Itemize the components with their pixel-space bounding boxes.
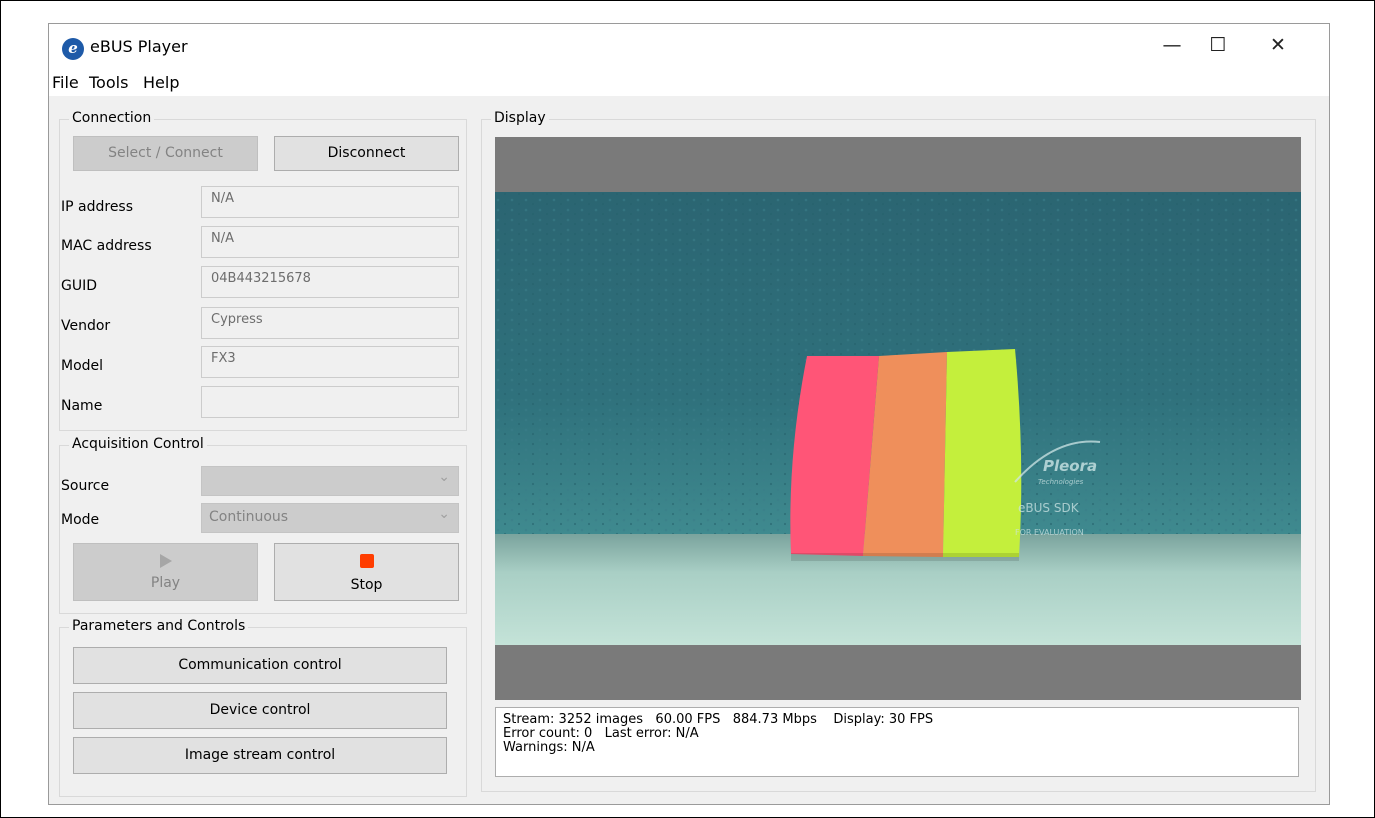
- sticky-notes: [790, 349, 1022, 561]
- window-title: eBUS Player: [90, 37, 188, 56]
- mac-address-field[interactable]: N/A: [201, 226, 459, 258]
- chevron-down-icon: ⌄: [438, 506, 450, 522]
- communication-control-button[interactable]: Communication control: [73, 647, 447, 684]
- select-connect-button[interactable]: Select / Connect: [73, 136, 258, 171]
- status-line-warnings: Warnings: N/A: [503, 740, 595, 755]
- mode-select[interactable]: Continuous ⌄: [201, 503, 459, 533]
- svg-text:Technologies: Technologies: [1038, 478, 1084, 486]
- camera-frame-image: Pleora Technologies eBUS SDK FOR EVALUAT…: [495, 137, 1301, 700]
- svg-text:Pleora: Pleora: [1043, 457, 1097, 475]
- guid-label: GUID: [61, 278, 98, 294]
- parameters-controls-group: Parameters and Controls Communication co…: [59, 617, 467, 797]
- stop-button[interactable]: Stop: [274, 543, 459, 601]
- parameters-controls-title: Parameters and Controls: [69, 617, 249, 635]
- status-line-errors: Error count: 0 Last error: N/A: [503, 726, 699, 741]
- menu-file[interactable]: File: [52, 73, 79, 92]
- stop-label: Stop: [350, 577, 383, 593]
- video-display[interactable]: Pleora Technologies eBUS SDK FOR EVALUAT…: [495, 137, 1301, 700]
- chevron-down-icon: ⌄: [438, 469, 450, 485]
- ip-address-field[interactable]: N/A: [201, 186, 459, 218]
- minimize-button[interactable]: —: [1149, 24, 1195, 68]
- connection-group: Connection Select / Connect Disconnect I…: [59, 109, 467, 431]
- device-control-button[interactable]: Device control: [73, 692, 447, 729]
- ebus-e-icon: e: [62, 38, 84, 60]
- vendor-field[interactable]: Cypress: [201, 307, 459, 339]
- svg-text:FOR EVALUATION: FOR EVALUATION: [1015, 528, 1084, 537]
- ebus-player-window: e eBUS Player — ☐ ✕ File Tools Help Conn…: [48, 23, 1330, 805]
- close-button[interactable]: ✕: [1255, 24, 1301, 68]
- connection-title: Connection: [69, 109, 155, 127]
- mode-label: Mode: [61, 512, 100, 528]
- model-label: Model: [61, 358, 104, 374]
- mac-address-label: MAC address: [61, 238, 152, 254]
- vendor-label: Vendor: [61, 318, 111, 334]
- title-bar: e eBUS Player — ☐ ✕: [49, 24, 1329, 68]
- ip-address-label: IP address: [61, 199, 134, 215]
- maximize-button[interactable]: ☐: [1195, 24, 1241, 68]
- status-line-stream: Stream: 3252 images 60.00 FPS 884.73 Mbp…: [503, 712, 934, 727]
- model-field[interactable]: FX3: [201, 346, 459, 378]
- stream-status: Stream: 3252 images 60.00 FPS 884.73 Mbp…: [495, 707, 1299, 777]
- stop-icon: [360, 554, 374, 568]
- name-label: Name: [61, 398, 103, 414]
- menu-help[interactable]: Help: [143, 73, 179, 92]
- play-button[interactable]: Play: [73, 543, 258, 601]
- acquisition-control-title: Acquisition Control: [69, 435, 207, 453]
- menu-bar: File Tools Help: [49, 68, 1329, 96]
- image-stream-control-button[interactable]: Image stream control: [73, 737, 447, 774]
- disconnect-button[interactable]: Disconnect: [274, 136, 459, 171]
- acquisition-control-group: Acquisition Control Source ⌄ Mode Contin…: [59, 435, 467, 614]
- svg-text:eBUS SDK: eBUS SDK: [1018, 501, 1080, 515]
- name-field[interactable]: [201, 386, 459, 418]
- source-select[interactable]: ⌄: [201, 466, 459, 496]
- menu-tools[interactable]: Tools: [89, 73, 128, 92]
- mode-value: Continuous: [209, 509, 289, 525]
- guid-field[interactable]: 04B443215678: [201, 266, 459, 298]
- source-label: Source: [61, 478, 110, 494]
- play-icon: [160, 554, 172, 568]
- play-label: Play: [150, 575, 181, 591]
- display-title: Display: [491, 109, 549, 127]
